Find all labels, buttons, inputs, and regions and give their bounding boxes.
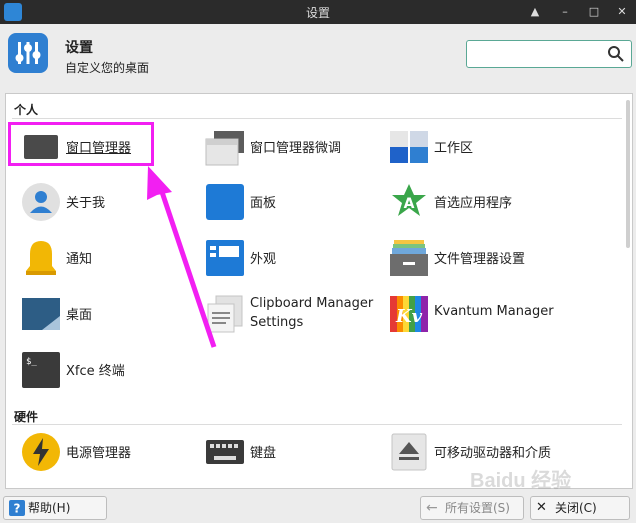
bottom-bar: ? 帮助(H) ← 所有设置(S) ✕ 关闭(C) xyxy=(0,492,636,523)
shade-window-icon[interactable]: ▲ xyxy=(526,3,544,21)
close-button[interactable]: ✕ 关闭(C) xyxy=(530,496,630,520)
item-notifications[interactable]: 通知 xyxy=(12,232,192,282)
item-kvantum[interactable]: Kv Kvantum Manager xyxy=(380,288,560,338)
svg-text:Kv: Kv xyxy=(395,306,423,327)
item-workspaces[interactable]: 工作区 xyxy=(380,121,560,171)
watermark: Baidu 经验 xyxy=(470,470,572,492)
window-tweaks-icon xyxy=(205,131,244,166)
search-icon xyxy=(608,46,624,62)
close-window-icon[interactable]: ✕ xyxy=(613,3,631,21)
item-power-manager[interactable]: 电源管理器 xyxy=(12,426,192,476)
item-terminal[interactable]: $_ Xfce 终端 xyxy=(12,344,192,394)
highlight-box xyxy=(8,122,154,166)
maximize-icon[interactable]: □ xyxy=(585,3,603,21)
category-hardware: 硬件 xyxy=(14,410,39,424)
help-icon: ? xyxy=(9,500,25,516)
item-keyboard[interactable]: 键盘 xyxy=(196,426,376,476)
svg-text:A: A xyxy=(404,196,415,212)
item-panel[interactable]: 面板 xyxy=(196,176,376,226)
panel-icon xyxy=(206,184,244,220)
item-appearance[interactable]: 外观 xyxy=(196,232,376,282)
svg-text:?: ? xyxy=(14,502,21,516)
category-personal: 个人 xyxy=(14,103,39,117)
arrow-left-icon: ← xyxy=(426,500,438,516)
page-title: 设置 xyxy=(65,40,93,56)
power-icon xyxy=(22,433,60,471)
kvantum-icon: Kv xyxy=(390,296,428,332)
item-clipboard[interactable]: Clipboard Manager Settings xyxy=(196,288,376,338)
terminal-icon: $_ xyxy=(22,352,60,388)
item-file-manager[interactable]: 文件管理器设置 xyxy=(380,232,560,282)
scrollbar[interactable] xyxy=(626,100,630,248)
item-window-tweaks[interactable]: 窗口管理器微调 xyxy=(196,121,376,171)
clipboard-icon xyxy=(207,295,243,333)
minimize-icon[interactable]: – xyxy=(556,3,574,21)
desktop-icon xyxy=(22,298,60,330)
divider xyxy=(12,118,622,119)
search-input[interactable] xyxy=(466,40,632,68)
item-preferred-apps[interactable]: A 首选应用程序 xyxy=(380,176,560,226)
all-settings-button[interactable]: ← 所有设置(S) xyxy=(420,496,524,520)
item-desktop[interactable]: 桌面 xyxy=(12,288,192,338)
appearance-icon xyxy=(206,240,244,276)
page-subtitle: 自定义您的桌面 xyxy=(65,61,150,75)
file-manager-icon xyxy=(390,240,428,276)
help-button[interactable]: ? 帮助(H) xyxy=(3,496,107,520)
bell-icon xyxy=(26,241,56,275)
divider xyxy=(12,424,622,425)
eject-icon xyxy=(391,433,427,471)
header: 设置 自定义您的桌面 xyxy=(0,24,636,86)
user-icon xyxy=(22,183,60,221)
workspaces-icon xyxy=(390,131,428,163)
settings-icon xyxy=(8,33,48,73)
title-bar: 设置 ▲ – □ ✕ xyxy=(0,0,636,24)
svg-text:$_: $_ xyxy=(26,357,37,367)
close-icon: ✕ xyxy=(536,500,547,515)
preferred-apps-icon: A xyxy=(392,184,426,216)
keyboard-icon xyxy=(206,440,244,464)
item-about-me[interactable]: 关于我 xyxy=(12,176,192,226)
